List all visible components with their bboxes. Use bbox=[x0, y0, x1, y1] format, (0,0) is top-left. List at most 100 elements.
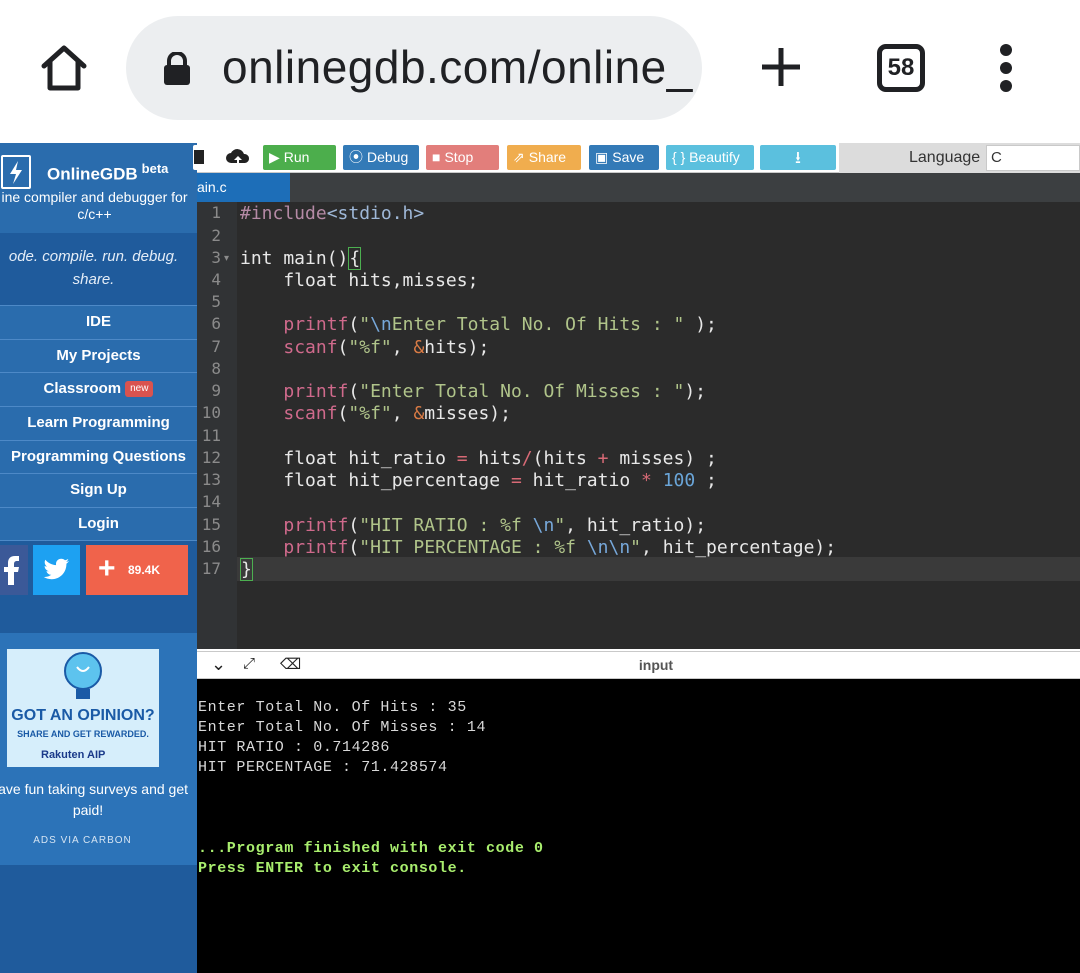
console-header: ⌄ ⤢ ⌫ input bbox=[197, 651, 1080, 679]
line-number: 5 bbox=[211, 292, 221, 311]
language-select[interactable]: C bbox=[986, 145, 1080, 171]
ad-subline: SHARE AND GET REWARDED. bbox=[17, 729, 149, 739]
line-number: 7 bbox=[211, 337, 221, 356]
active-line-highlight bbox=[237, 557, 1080, 581]
file-tab-bar: ain.c bbox=[197, 173, 1080, 202]
line-number: 15 bbox=[201, 515, 221, 534]
brand-name[interactable]: OnlineGDB beta bbox=[47, 161, 168, 185]
console-line: Enter Total No. Of Misses : 14 bbox=[198, 719, 487, 736]
press-enter-message: Press ENTER to exit console. bbox=[198, 860, 467, 877]
debug-button[interactable]: ⦿ Debug bbox=[343, 145, 419, 170]
line-number: 10 bbox=[201, 403, 221, 422]
code-editor[interactable]: 1 2 3 ▾ 4 5 6 7 8 9 10 11 12 13 14 15 16… bbox=[197, 202, 1080, 649]
motto-text: ode. compile. run. debug. share. bbox=[8, 248, 179, 288]
run-button[interactable]: ▶ Run bbox=[263, 145, 336, 170]
ad-image[interactable]: GOT AN OPINION? SHARE AND GET REWARDED. … bbox=[7, 649, 159, 767]
new-tab-icon[interactable] bbox=[756, 42, 806, 92]
lightbulb-icon bbox=[64, 652, 102, 699]
file-icon bbox=[194, 150, 204, 164]
plus-icon: + bbox=[98, 552, 116, 585]
code-line: scanf("%f", &misses); bbox=[283, 403, 511, 424]
stop-button[interactable]: ■ Stop bbox=[426, 145, 499, 170]
sidebar-item-login[interactable]: Login bbox=[0, 507, 197, 541]
upload-button[interactable] bbox=[223, 145, 253, 170]
line-number: 12 bbox=[201, 448, 221, 467]
console-line: Enter Total No. Of Hits : 35 bbox=[198, 699, 467, 716]
code-line: printf("HIT PERCENTAGE : %f \n\n", hit_p… bbox=[283, 537, 837, 558]
exit-message: ...Program finished with exit code 0 bbox=[198, 840, 544, 857]
ad-brand-logo: Rakuten AIP bbox=[41, 749, 106, 761]
console-line: HIT RATIO : 0.714286 bbox=[198, 739, 391, 756]
line-number-gutter: 1 2 3 ▾ 4 5 6 7 8 9 10 11 12 13 14 15 16… bbox=[197, 202, 237, 649]
line-number: 1 bbox=[211, 203, 221, 222]
code-line: float hit_ratio = hits/(hits + misses) ; bbox=[240, 448, 717, 469]
code-line: float hit_percentage = hit_ratio * 100 ; bbox=[240, 470, 717, 491]
sidebar-item-sign-up[interactable]: Sign Up bbox=[0, 473, 197, 508]
line-number: 2 bbox=[211, 226, 221, 245]
language-label: Language bbox=[909, 149, 981, 166]
more-menu-icon[interactable] bbox=[996, 44, 1016, 92]
share-button[interactable]: ⇗ Share bbox=[507, 145, 581, 170]
stop-icon: ■ bbox=[432, 149, 441, 165]
tab-switcher-button[interactable]: 58 bbox=[877, 44, 925, 92]
line-number: 4 bbox=[211, 270, 221, 289]
download-icon: ⭳ bbox=[795, 148, 801, 167]
bolt-logo-icon bbox=[1, 155, 31, 189]
sidebar-item-ide[interactable]: IDE bbox=[0, 305, 197, 339]
code-line: printf("Enter Total No. Of Misses : "); bbox=[283, 381, 707, 402]
sidebar-nav: IDE My Projects Classroom new Learn Progr… bbox=[0, 305, 197, 541]
line-number: 17 bbox=[201, 559, 221, 578]
beautify-button[interactable]: { } Beautify bbox=[666, 145, 754, 170]
brand-block: OnlineGDB beta ine compiler and debugger … bbox=[0, 143, 197, 233]
ad-via-link[interactable]: ADS VIA CARBON bbox=[0, 835, 165, 846]
code-line: float hits,misses; bbox=[240, 270, 479, 291]
console-line: HIT PERCENTAGE : 71.428574 bbox=[198, 759, 448, 776]
lock-icon bbox=[162, 51, 192, 86]
fold-arrow-icon[interactable]: ▾ bbox=[224, 253, 229, 264]
home-icon[interactable] bbox=[36, 40, 92, 96]
share-plus-button[interactable]: + 89.4K bbox=[86, 545, 188, 595]
sidebar: OnlineGDB beta ine compiler and debugger … bbox=[0, 143, 197, 973]
new-badge: new bbox=[125, 381, 154, 398]
line-number: 13 bbox=[201, 470, 221, 489]
toolbar: ▶ Run ⦿ Debug ■ Stop ⇗ Share ▣ Save { } Beaut… bbox=[193, 143, 1080, 173]
console-output[interactable]: Enter Total No. Of Hits : 35 Enter Total… bbox=[197, 679, 1080, 973]
url-text[interactable]: onlinegdb.com/online_ bbox=[222, 40, 693, 94]
line-number: 6 bbox=[211, 314, 221, 333]
code-line: } bbox=[240, 558, 253, 581]
ad-headline: GOT AN OPINION? bbox=[11, 707, 155, 724]
code-line: printf("HIT RATIO : %f \n", hit_ratio); bbox=[283, 515, 707, 536]
brand-tagline: ine compiler and debugger for c/c++ bbox=[1, 189, 188, 222]
line-number: 9 bbox=[211, 381, 221, 400]
line-number: 8 bbox=[211, 359, 221, 378]
facebook-icon bbox=[4, 556, 19, 585]
ad-text[interactable]: Have fun taking surveys and get paid! bbox=[0, 779, 188, 821]
code-line: printf("\nEnter Total No. Of Hits : " ); bbox=[283, 314, 717, 335]
play-icon: ▶ bbox=[269, 149, 280, 165]
code-line: scanf("%f", &hits); bbox=[283, 337, 490, 358]
social-buttons: + 89.4K bbox=[0, 543, 197, 597]
sidebar-item-my-projects[interactable]: My Projects bbox=[0, 338, 197, 373]
download-button[interactable]: ⭳ bbox=[760, 145, 836, 170]
code-line: int main(){ bbox=[240, 247, 362, 270]
console-title: input bbox=[638, 657, 674, 673]
sidebar-item-classroom[interactable]: Classroom new bbox=[0, 372, 197, 407]
ad-block[interactable]: GOT AN OPINION? SHARE AND GET REWARDED. … bbox=[0, 633, 197, 865]
cloud-upload-icon bbox=[226, 149, 250, 164]
line-number: 3 bbox=[211, 248, 221, 267]
new-file-button[interactable] bbox=[193, 145, 209, 170]
facebook-button[interactable] bbox=[0, 545, 28, 595]
sidebar-item-learn-programming[interactable]: Learn Programming bbox=[0, 406, 197, 440]
browser-chrome: onlinegdb.com/online_ 58 bbox=[0, 0, 1080, 140]
sidebar-item-programming-questions[interactable]: Programming Questions bbox=[0, 439, 197, 474]
address-bar[interactable]: onlinegdb.com/online_ bbox=[126, 16, 702, 120]
line-number: 14 bbox=[201, 492, 221, 511]
save-button[interactable]: ▣ Save bbox=[589, 145, 659, 170]
beta-label: beta bbox=[141, 161, 169, 176]
line-number: 16 bbox=[201, 537, 221, 556]
code-line: #include<stdio.h> bbox=[240, 203, 425, 224]
twitter-icon bbox=[43, 558, 69, 580]
debug-icon: ⦿ bbox=[349, 149, 363, 165]
twitter-button[interactable] bbox=[33, 545, 80, 595]
tab-main-c[interactable]: ain.c bbox=[197, 173, 290, 202]
